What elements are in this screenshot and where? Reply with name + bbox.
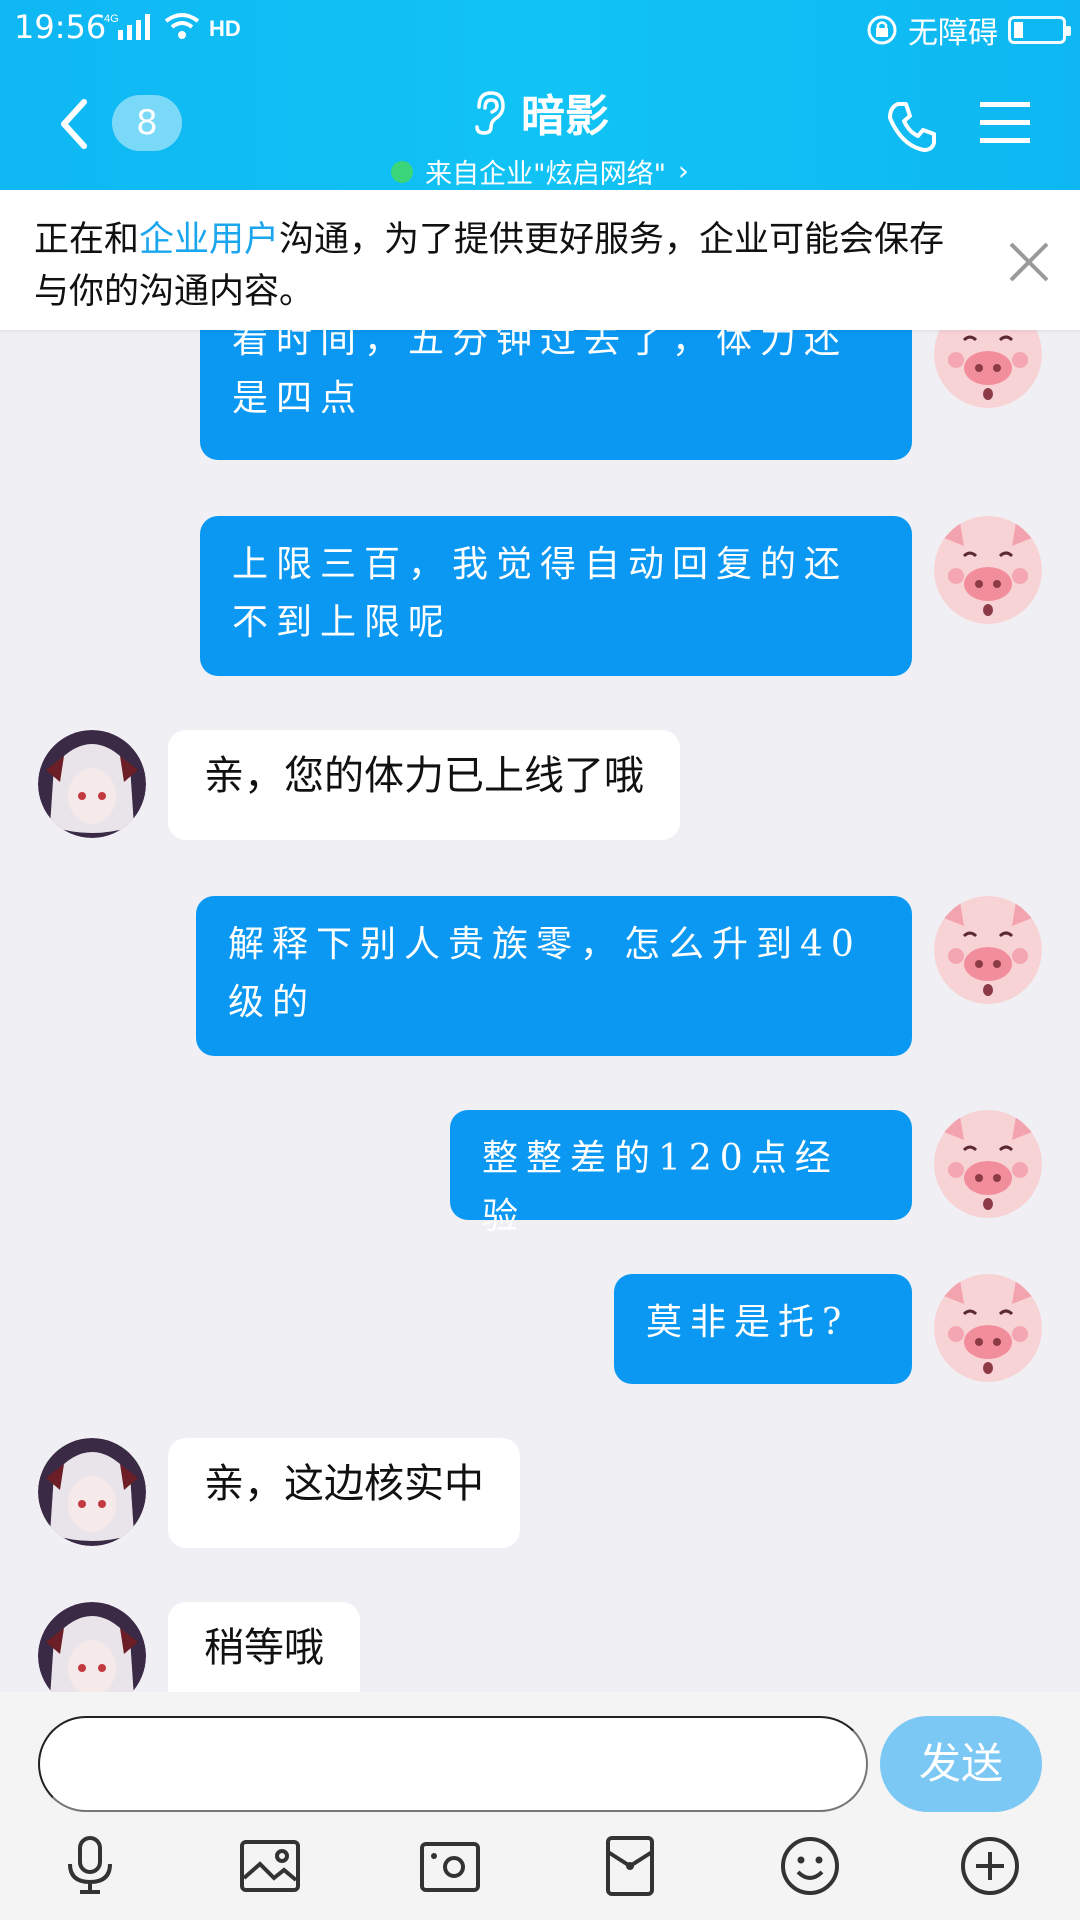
network-type: 4G (104, 13, 119, 25)
hd-label: HD (209, 16, 241, 41)
message-bubble-outgoing[interactable]: 莫非是托? (614, 1274, 912, 1384)
message-text: 看时间，五分钟过去了，体力还是四点 (232, 330, 849, 419)
contact-avatar[interactable] (38, 1438, 146, 1546)
message-text: 解释下别人贵族零，怎么升到40级的 (228, 924, 862, 1023)
phone-icon[interactable] (884, 98, 940, 154)
self-avatar[interactable] (934, 1274, 1042, 1382)
enterprise-notice: 正在和企业用户沟通，为了提供更好服务，企业可能会保存与你的沟通内容。 (0, 190, 1080, 330)
message-bubble-incoming[interactable]: 稍等哦 (168, 1602, 360, 1692)
input-area: 发送 (0, 1692, 1080, 1920)
self-avatar[interactable] (934, 516, 1042, 624)
contact-avatar[interactable] (38, 730, 146, 838)
plus-icon[interactable] (958, 1834, 1022, 1898)
microphone-icon[interactable] (58, 1834, 122, 1898)
pig-avatar-icon (934, 896, 1042, 1004)
status-time: 19:56 (14, 8, 107, 46)
wifi-icon (164, 13, 200, 39)
pig-avatar-icon (934, 1274, 1042, 1382)
message-bubble-incoming[interactable]: 亲，您的体力已上线了哦 (168, 730, 680, 840)
accessibility-label: 无障碍 (908, 16, 998, 51)
image-icon[interactable] (238, 1834, 302, 1898)
accessibility-icon (867, 15, 897, 45)
top-bar: 19:56 4G HD 无障碍 8 暗影 来自企业"炫启网络" › (0, 0, 1080, 190)
self-avatar[interactable] (934, 896, 1042, 1004)
chevron-right-icon: › (678, 156, 689, 187)
menu-icon[interactable] (978, 98, 1032, 148)
ear-icon (475, 91, 505, 135)
message-text: 稍等哦 (204, 1625, 324, 1671)
notice-text-start: 正在和 (34, 220, 140, 260)
pig-avatar-icon (934, 330, 1042, 408)
status-bar: 19:56 4G HD 无障碍 (0, 0, 1080, 56)
anime-avatar-icon (38, 1602, 146, 1692)
hd-icon: HD (209, 16, 241, 41)
notice-link[interactable]: 企业用户 (139, 220, 279, 260)
self-avatar[interactable] (934, 330, 1042, 408)
status-icons: 4G HD (104, 10, 242, 42)
pig-avatar-icon (934, 1110, 1042, 1218)
message-list[interactable]: 看时间，五分钟过去了，体力还是四点 上限三百，我觉得自动回复的还不到上限呢 亲，… (0, 330, 1080, 1692)
message-text: 莫非是托? (646, 1302, 850, 1343)
status-right: 无障碍 (866, 8, 1071, 52)
message-bubble-outgoing[interactable]: 看时间，五分钟过去了，体力还是四点 (200, 330, 912, 460)
signal-icon: 4G (104, 13, 150, 40)
chat-subtitle: 来自企业"炫启网络" (425, 159, 667, 190)
emoji-icon[interactable] (778, 1834, 842, 1898)
red-packet-icon[interactable] (598, 1834, 662, 1898)
close-icon[interactable] (1007, 240, 1051, 284)
camera-icon[interactable] (418, 1834, 482, 1898)
message-text: 亲，这边核实中 (204, 1461, 484, 1507)
contact-avatar[interactable] (38, 1602, 146, 1692)
battery-icon (1008, 16, 1071, 44)
online-status-dot (391, 160, 414, 183)
message-bubble-outgoing[interactable]: 解释下别人贵族零，怎么升到40级的 (196, 896, 912, 1056)
message-text: 整整差的120点经验 (482, 1138, 839, 1237)
message-bubble-outgoing[interactable]: 上限三百，我觉得自动回复的还不到上限呢 (200, 516, 912, 676)
anime-avatar-icon (38, 1438, 146, 1546)
anime-avatar-icon (38, 730, 146, 838)
chat-title: 暗影 (521, 91, 609, 142)
notice-text: 正在和企业用户沟通，为了提供更好服务，企业可能会保存与你的沟通内容。 (34, 214, 974, 318)
message-input[interactable] (38, 1716, 868, 1812)
message-bubble-outgoing[interactable]: 整整差的120点经验 (450, 1110, 912, 1237)
pig-avatar-icon (934, 516, 1042, 624)
message-text: 亲，您的体力已上线了哦 (204, 753, 644, 799)
message-text: 上限三百，我觉得自动回复的还不到上限呢 (232, 544, 849, 643)
self-avatar[interactable] (934, 1110, 1042, 1218)
send-button[interactable]: 发送 (880, 1716, 1042, 1812)
message-bubble-incoming[interactable]: 亲，这边核实中 (168, 1438, 520, 1548)
